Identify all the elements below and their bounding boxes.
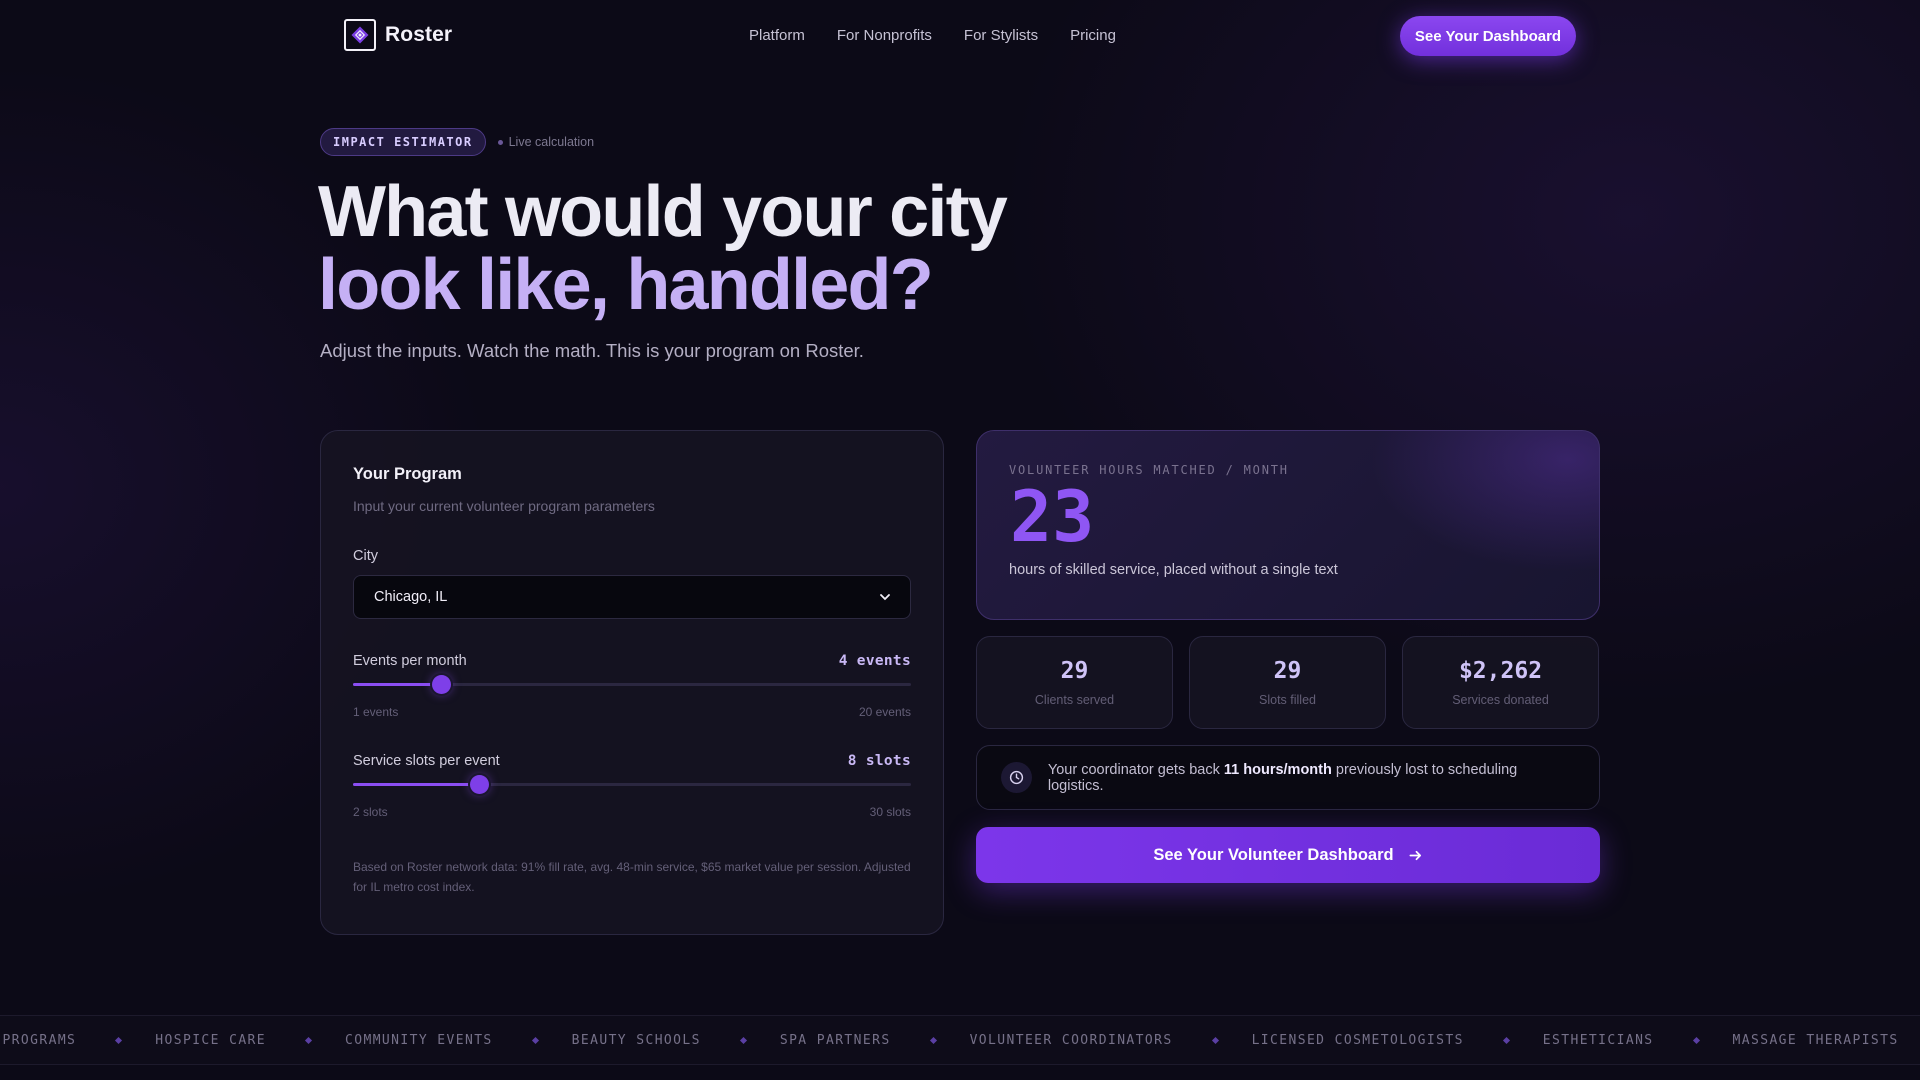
- slots-slider-track[interactable]: [353, 775, 911, 794]
- cta-label: See Your Volunteer Dashboard: [1153, 845, 1394, 864]
- stat-value: $2,262: [1458, 658, 1543, 684]
- stat-clients-served: 29 Clients served: [976, 636, 1173, 729]
- see-dashboard-button[interactable]: See Your Dashboard: [1400, 16, 1576, 56]
- city-select[interactable]: Chicago, IL: [353, 575, 911, 619]
- ticker-item: HOSPICE CARE: [155, 1032, 267, 1048]
- ticker-item: BEAUTY SCHOOLS: [571, 1032, 701, 1048]
- ticker-item: VOLUNTEER COORDINATORS: [969, 1032, 1173, 1048]
- see-volunteer-dashboard-button[interactable]: See Your Volunteer Dashboard: [976, 827, 1600, 883]
- diamond-separator-icon: [531, 1036, 539, 1044]
- coordinator-callout: Your coordinator gets back 11 hours/mont…: [976, 745, 1600, 810]
- ticker-item: SPA PARTNERS: [779, 1032, 891, 1048]
- city-value: Chicago, IL: [374, 589, 448, 605]
- hours-description: hours of skilled service, placed without…: [1009, 562, 1338, 578]
- events-label: Events per month: [353, 653, 467, 669]
- title-line-2: look like, handled?: [318, 245, 934, 325]
- program-title: Your Program: [353, 465, 462, 483]
- stats-row: 29 Clients served 29 Slots filled $2,262…: [976, 636, 1599, 729]
- arrow-right-icon: [1409, 850, 1421, 860]
- hours-matched-card: VOLUNTEER HOURS MATCHED / MONTH 23 hours…: [976, 430, 1600, 620]
- slots-max-label: 30 slots: [869, 805, 911, 819]
- page-title: What would your city look like, handled?: [318, 172, 1008, 325]
- nav-links: Platform For Nonprofits For Stylists Pri…: [749, 27, 1116, 44]
- nav-link-nonprofits[interactable]: For Nonprofits: [837, 27, 932, 44]
- nav-link-pricing[interactable]: Pricing: [1070, 27, 1116, 44]
- coordinator-text: Your coordinator gets back 11 hours/mont…: [1047, 761, 1518, 794]
- diamond-separator-icon: [304, 1036, 313, 1044]
- stat-slots-filled: 29 Slots filled: [1189, 636, 1386, 729]
- hours-value: 23: [1010, 476, 1095, 558]
- live-dot-icon: [497, 139, 503, 145]
- events-slider-group: Events per month 4 events 1 events 20 ev…: [353, 653, 911, 719]
- diamond-separator-icon: [115, 1036, 123, 1044]
- diamond-separator-icon: [1502, 1036, 1510, 1044]
- ticker-item: MASSAGE THERAPISTS: [1732, 1032, 1899, 1048]
- hours-label: VOLUNTEER HOURS MATCHED / MONTH: [1009, 463, 1289, 477]
- ticker-item: R PROGRAMS: [0, 1032, 77, 1048]
- stat-label: Services donated: [1452, 693, 1549, 707]
- program-subtitle: Input your current volunteer program par…: [353, 498, 655, 514]
- diamond-separator-icon: [1211, 1036, 1219, 1044]
- events-slider-fill: [353, 683, 442, 686]
- top-nav: Roster Platform For Nonprofits For Styli…: [0, 0, 1920, 72]
- program-card: Your Program Input your current voluntee…: [320, 430, 944, 935]
- slots-slider-group: Service slots per event 8 slots 2 slots …: [353, 753, 911, 819]
- ticker-item: COMMUNITY EVENTS: [345, 1032, 493, 1048]
- slots-value: 8 slots: [847, 753, 911, 769]
- ticker-item: LICENSED COSMETOLOGISTS: [1251, 1032, 1464, 1048]
- events-max-label: 20 events: [858, 705, 911, 719]
- nav-link-platform[interactable]: Platform: [749, 27, 805, 44]
- slots-slider-fill: [353, 783, 479, 786]
- impact-estimator-badge: IMPACT ESTIMATOR: [320, 128, 486, 156]
- diamond-separator-icon: [929, 1036, 937, 1044]
- methodology-note: Based on Roster network data: 91% fill r…: [353, 860, 911, 894]
- slots-min-label: 2 slots: [353, 805, 388, 819]
- stat-label: Slots filled: [1259, 693, 1316, 707]
- events-slider-thumb[interactable]: [432, 675, 452, 694]
- events-value: 4 events: [838, 653, 911, 669]
- diamond-separator-icon: [739, 1036, 747, 1044]
- events-min-label: 1 events: [353, 705, 399, 719]
- brand-logo[interactable]: Roster: [344, 19, 452, 51]
- roster-logo-icon: [344, 19, 376, 51]
- diamond-separator-icon: [1692, 1036, 1700, 1044]
- hero-subtitle: Adjust the inputs. Watch the math. This …: [320, 340, 864, 361]
- nav-link-stylists[interactable]: For Stylists: [964, 27, 1038, 44]
- ticker-item: ESTHETICIANS: [1542, 1032, 1654, 1048]
- stat-value: 29: [1273, 658, 1302, 684]
- events-slider-track[interactable]: [353, 675, 911, 694]
- brand-name: Roster: [385, 23, 453, 46]
- clock-icon: [1001, 762, 1032, 793]
- coordinator-hours: 11 hours/month: [1223, 761, 1332, 778]
- live-label: Live calculation: [508, 135, 595, 149]
- chevron-down-icon: [880, 594, 890, 601]
- ticker-track: R PROGRAMS HOSPICE CARE COMMUNITY EVENTS BE…: [0, 1016, 1920, 1064]
- stat-label: Clients served: [1034, 693, 1115, 707]
- audience-ticker: R PROGRAMS HOSPICE CARE COMMUNITY EVENTS BE…: [0, 1015, 1920, 1065]
- stat-services-donated: $2,262 Services donated: [1402, 636, 1599, 729]
- city-label: City: [353, 548, 378, 564]
- hero-badge-row: IMPACT ESTIMATOR Live calculation: [320, 128, 594, 156]
- slots-label: Service slots per event: [353, 753, 500, 769]
- stat-value: 29: [1060, 658, 1089, 684]
- title-line-1: What would your city: [318, 172, 1008, 252]
- slots-slider-thumb[interactable]: [469, 775, 489, 794]
- live-indicator: Live calculation: [497, 135, 595, 149]
